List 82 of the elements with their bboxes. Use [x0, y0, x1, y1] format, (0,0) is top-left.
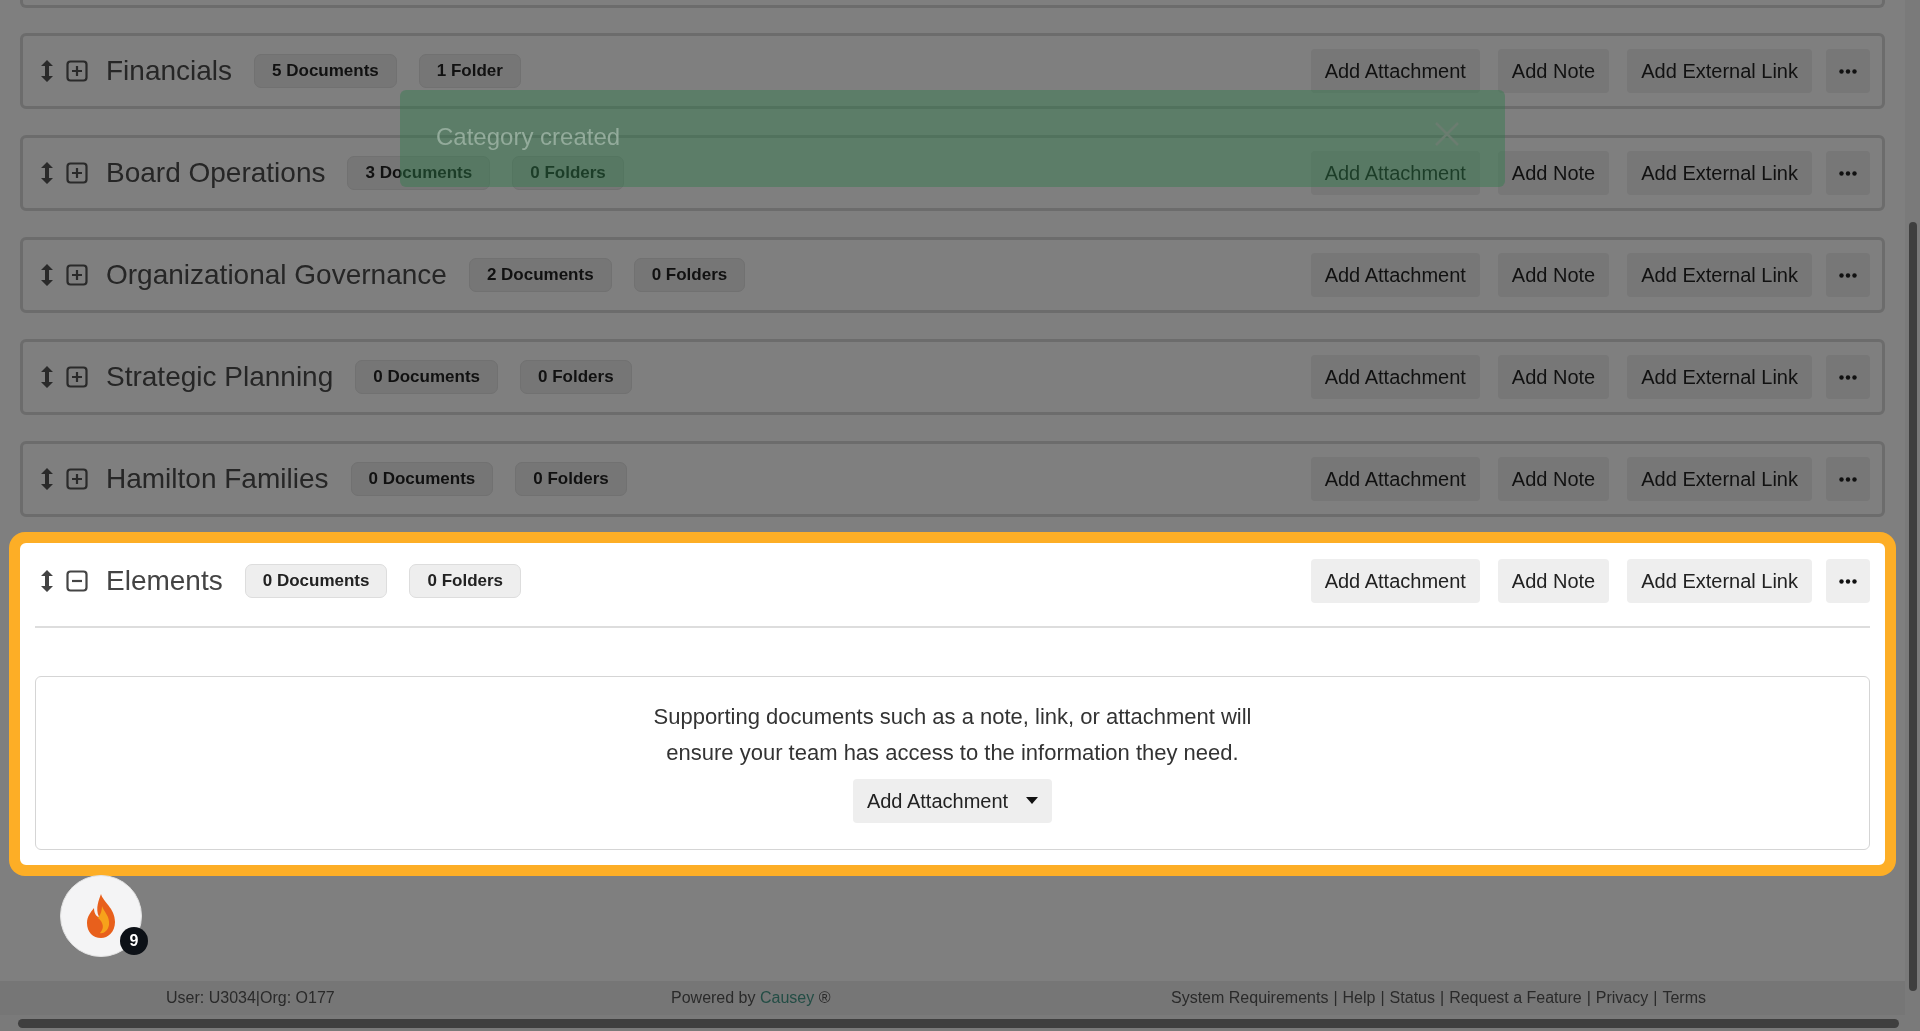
add-external-link-button[interactable]: Add External Link: [1627, 253, 1812, 297]
add-attachment-button[interactable]: Add Attachment: [1310, 355, 1480, 399]
more-button[interactable]: [1826, 151, 1870, 195]
vertical-scrollbar[interactable]: [1908, 222, 1917, 991]
footer-link[interactable]: Privacy: [1595, 989, 1649, 1007]
add-note-button[interactable]: Add Note: [1497, 49, 1610, 93]
assistant-launcher[interactable]: [60, 875, 142, 957]
folder-count-badge: 1 Folder: [418, 54, 521, 88]
category-title: Financials: [106, 55, 233, 87]
add-note-button[interactable]: Add Note: [1497, 457, 1610, 501]
add-external-link-button[interactable]: Add External Link: [1627, 355, 1812, 399]
link-separator: |: [1333, 989, 1338, 1007]
more-icon: [1839, 476, 1857, 482]
category-title: Board Operations: [106, 157, 326, 189]
count-badge: 9: [120, 927, 148, 955]
more-icon: [1839, 68, 1857, 74]
folder-count-badge: 0 Folders: [633, 258, 746, 292]
add-external-link-button[interactable]: Add External Link: [1627, 559, 1812, 603]
link-separator: |: [1586, 989, 1591, 1007]
add-external-link-button[interactable]: Add External Link: [1627, 49, 1812, 93]
document-count-badge: 0 Documents: [355, 360, 498, 394]
more-icon: [1839, 170, 1857, 176]
link-separator: |: [1653, 989, 1658, 1007]
add-attachment-button[interactable]: Add Attachment: [1310, 457, 1480, 501]
drag-handle-icon[interactable]: [40, 364, 54, 390]
brand-link[interactable]: Causey: [759, 989, 815, 1006]
footer-link[interactable]: Request a Feature: [1449, 989, 1582, 1007]
footer-link[interactable]: System Requirements: [1171, 989, 1329, 1007]
expand-icon[interactable]: [66, 366, 88, 388]
add-note-button[interactable]: Add Note: [1497, 559, 1610, 603]
folder-count-badge: 0 Folders: [409, 564, 522, 598]
add-attachment-dropdown[interactable]: Add Attachment: [852, 779, 1053, 823]
expand-icon[interactable]: [66, 468, 88, 490]
more-button[interactable]: [1826, 457, 1870, 501]
add-external-link-button[interactable]: Add External Link: [1627, 151, 1812, 195]
more-button[interactable]: [1826, 253, 1870, 297]
add-note-button[interactable]: Add Note: [1497, 253, 1610, 297]
folder-count-badge: 0 Folders: [520, 360, 632, 394]
empty-state-message: Supporting documents such as a note, link, or attachment will ensure your team has access to the information they need.: [652, 703, 1253, 767]
footer-link[interactable]: Terms: [1662, 989, 1706, 1007]
toast-message: Category created: [436, 122, 622, 151]
document-count-badge: 2 Documents: [468, 258, 612, 292]
caret-icon: [1026, 797, 1039, 805]
user-org-text: User: U3034|Org: O177: [166, 989, 336, 1007]
drag-handle-icon[interactable]: [40, 262, 54, 288]
expand-icon[interactable]: [66, 60, 88, 82]
collapse-icon[interactable]: [66, 570, 88, 592]
link-separator: |: [1380, 989, 1385, 1007]
powered-by-text: Powered by Causey ®: [671, 989, 832, 1007]
add-attachment-button[interactable]: Add Attachment: [1310, 559, 1480, 603]
more-icon: [1839, 578, 1857, 584]
document-count-badge: 0 Documents: [244, 564, 388, 598]
more-icon: [1839, 374, 1857, 380]
footer-link[interactable]: Help: [1342, 989, 1376, 1007]
add-note-button[interactable]: Add Note: [1497, 151, 1610, 195]
expand-icon[interactable]: [66, 162, 88, 184]
more-icon: [1839, 272, 1857, 278]
category-title: Elements: [106, 565, 223, 597]
document-count-badge: 0 Documents: [350, 462, 494, 496]
add-attachment-button[interactable]: Add Attachment: [1310, 151, 1480, 195]
drag-handle-icon[interactable]: [40, 58, 54, 84]
more-button[interactable]: [1826, 559, 1870, 603]
drag-handle-icon[interactable]: [40, 568, 54, 594]
add-attachment-button[interactable]: Add Attachment: [1310, 253, 1480, 297]
document-count-badge: 5 Documents: [254, 54, 397, 88]
drag-handle-icon[interactable]: [40, 466, 54, 492]
horizontal-scrollbar[interactable]: [18, 1018, 1899, 1028]
category-title: Strategic Planning: [106, 361, 334, 393]
folder-count-badge: 0 Folders: [512, 156, 624, 190]
more-button[interactable]: [1826, 49, 1870, 93]
more-button[interactable]: [1826, 355, 1870, 399]
add-external-link-button[interactable]: Add External Link: [1627, 457, 1812, 501]
document-count-badge: 3 Documents: [347, 156, 491, 190]
category-title: Organizational Governance: [106, 259, 447, 291]
folder-count-badge: 0 Folders: [515, 462, 627, 496]
footer-link[interactable]: Status: [1389, 989, 1435, 1007]
drag-handle-icon[interactable]: [40, 160, 54, 186]
link-separator: |: [1439, 989, 1445, 1007]
category-title: Hamilton Families: [106, 463, 329, 495]
add-note-button[interactable]: Add Note: [1497, 355, 1610, 399]
expand-icon[interactable]: [66, 264, 88, 286]
add-attachment-button[interactable]: Add Attachment: [1310, 49, 1480, 93]
